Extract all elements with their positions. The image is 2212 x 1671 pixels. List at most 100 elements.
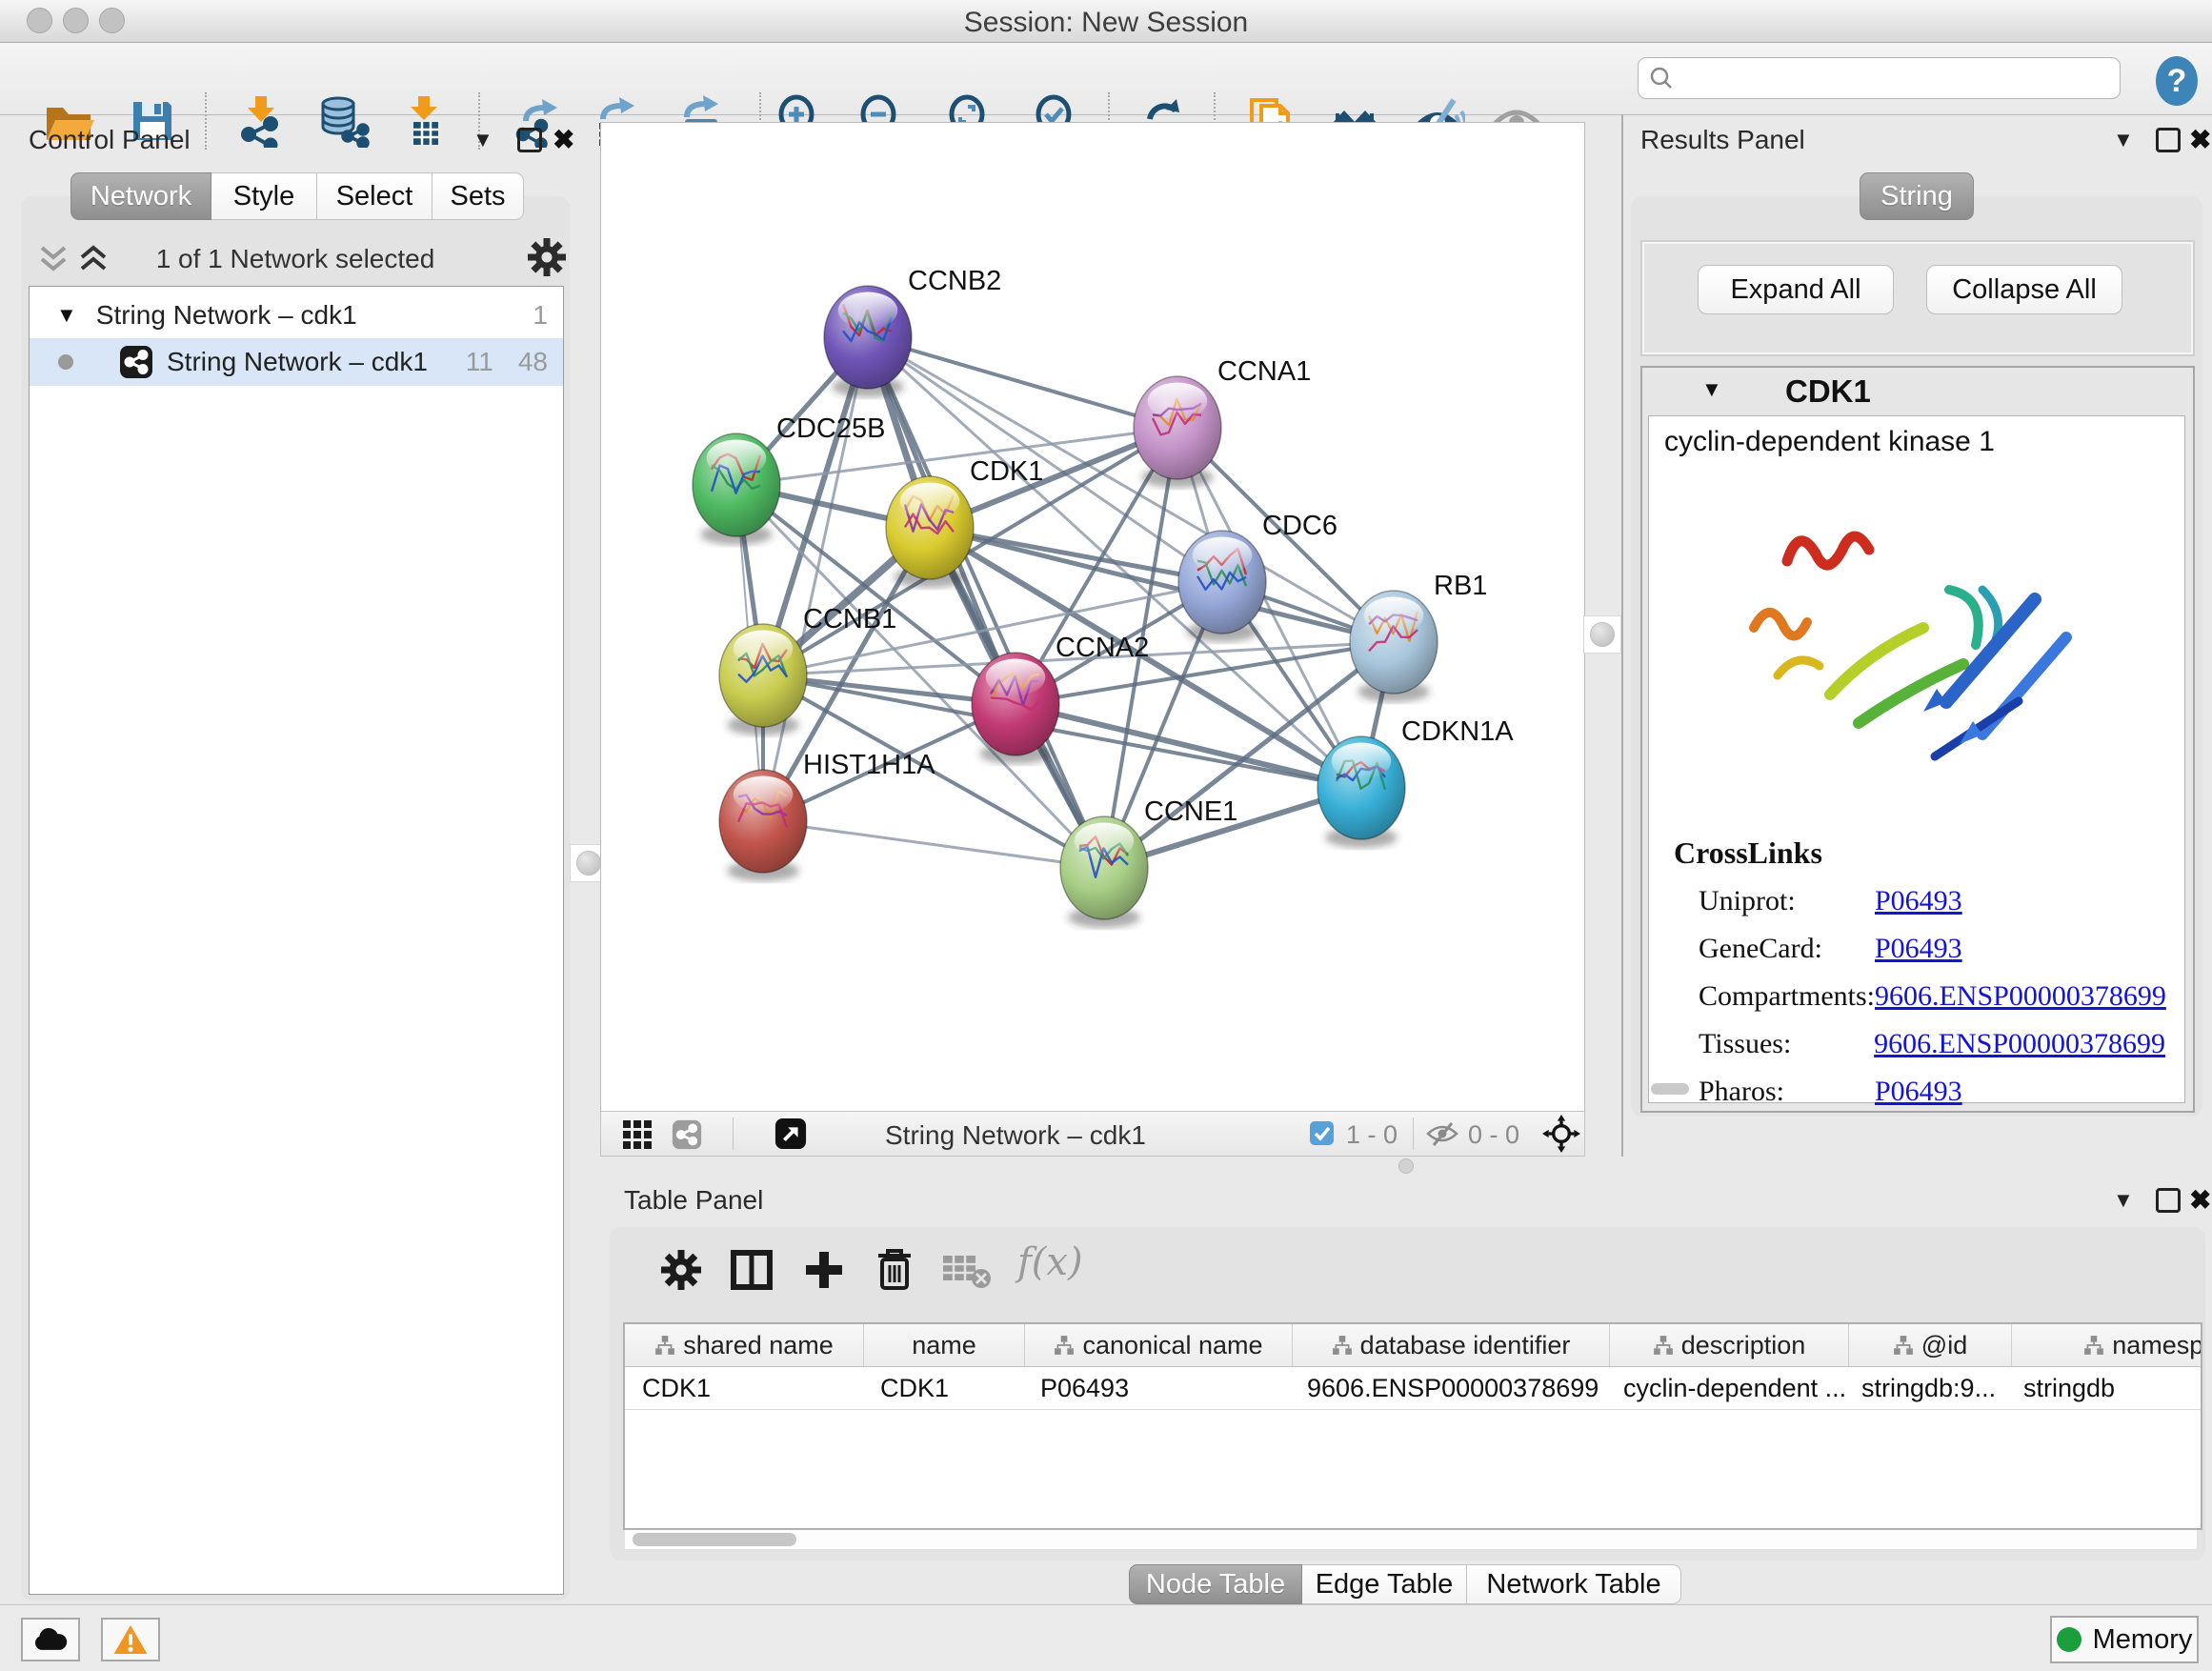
right-splitter-handle[interactable]: [1583, 615, 1621, 654]
column-header-name[interactable]: name: [864, 1324, 1025, 1366]
network-collection-count: 1: [533, 300, 548, 331]
search-box[interactable]: [1638, 57, 2121, 99]
results-panel-menu-icon[interactable]: ▼: [2113, 128, 2134, 152]
application-window: Session: New Session: [0, 0, 2212, 1671]
string-result-card: ▼ CDK1 cyclin-dependent kinase 1: [1640, 366, 2195, 1113]
birds-eye-view-icon[interactable]: [774, 1117, 807, 1150]
fit-content-crosshair-icon[interactable]: [1542, 1115, 1580, 1153]
network-row-label: String Network – cdk1: [167, 347, 428, 377]
table-panel-close-icon[interactable]: ✖: [2189, 1184, 2211, 1216]
tab-style[interactable]: Style: [211, 172, 317, 220]
crosslink-row: GeneCard:P06493: [1699, 933, 2165, 965]
selected-checkbox-icon[interactable]: [1310, 1121, 1334, 1145]
table-row[interactable]: CDK1CDK1P064939606.ENSP00000378699cyclin…: [625, 1367, 2201, 1410]
tab-network[interactable]: Network: [70, 172, 211, 220]
node-label: HIST1H1A: [803, 750, 935, 780]
network-row-selected[interactable]: String Network – cdk1 11 48: [30, 338, 563, 386]
column-header-description[interactable]: description: [1610, 1324, 1849, 1366]
network-view-icon[interactable]: [672, 1119, 702, 1150]
table-panel-menu-icon[interactable]: ▼: [2113, 1188, 2134, 1213]
table-cell[interactable]: P06493: [1023, 1367, 1290, 1409]
tab-node-table[interactable]: Node Table: [1129, 1564, 1302, 1604]
crosslink-value-link[interactable]: P06493: [1875, 885, 1962, 917]
table-cell[interactable]: stringdb: [2006, 1367, 2202, 1409]
memory-button[interactable]: Memory: [2050, 1616, 2199, 1663]
crosslink-value-link[interactable]: 9606.ENSP00000378699: [1875, 980, 2166, 1013]
show-column-icon[interactable]: [730, 1248, 774, 1292]
help-icon[interactable]: ?: [2151, 55, 2202, 107]
main-toolbar: ?: [0, 43, 2212, 115]
table-options-gear-icon[interactable]: [659, 1248, 703, 1292]
tab-edge-table[interactable]: Edge Table: [1302, 1564, 1467, 1604]
results-panel-float-icon[interactable]: [2156, 128, 2181, 152]
table-panel-body: f(x) shared namenamecanonical namedataba…: [610, 1227, 2205, 1560]
import-table-icon[interactable]: [397, 94, 451, 148]
delete-table-icon[interactable]: [941, 1252, 993, 1290]
collapse-all-icon[interactable]: [36, 240, 70, 278]
warnings-button[interactable]: [101, 1618, 160, 1661]
node-table[interactable]: shared namenamecanonical namedatabase id…: [623, 1322, 2202, 1530]
table-cell[interactable]: CDK1: [625, 1367, 863, 1409]
tab-sets[interactable]: Sets: [432, 172, 524, 220]
node-label: CCNA1: [1217, 356, 1311, 387]
crosslink-row: Tissues:9606.ENSP00000378699: [1699, 1028, 2165, 1060]
result-card-header[interactable]: ▼ CDK1: [1642, 368, 2193, 413]
table-panel-float-icon[interactable]: [2156, 1188, 2181, 1213]
table-cell[interactable]: cyclin-dependent ...: [1606, 1367, 1844, 1409]
search-input[interactable]: [1675, 63, 2110, 94]
network-options-gear-icon[interactable]: [526, 236, 568, 278]
node-label: CCNA2: [1056, 633, 1149, 663]
status-bar: Memory: [0, 1604, 2212, 1671]
table-hscrollbar-track[interactable]: [625, 1530, 2197, 1549]
crosslink-value-link[interactable]: P06493: [1875, 933, 1962, 965]
svg-text:?: ?: [2167, 63, 2187, 99]
node-label: CCNE1: [1144, 796, 1237, 827]
column-header-shared-name[interactable]: shared name: [625, 1324, 864, 1366]
tree-expand-icon[interactable]: ▼: [56, 303, 77, 328]
toolbar-separator: [205, 92, 207, 150]
crosslink-row: Uniprot:P06493: [1699, 885, 2165, 917]
crosslink-value-link[interactable]: 9606.ENSP00000378699: [1874, 1028, 2165, 1060]
import-network-from-database-icon[interactable]: [316, 94, 370, 148]
results-panel-close-icon[interactable]: ✖: [2189, 124, 2211, 155]
tab-string[interactable]: String: [1860, 172, 1974, 220]
crosslink-label: GeneCard:: [1699, 933, 1875, 965]
node-label: CCNB2: [908, 266, 1001, 296]
column-network-icon: [1332, 1335, 1353, 1356]
selected-count: 1 - 0: [1346, 1120, 1398, 1150]
protein-structure-image: [1697, 475, 2135, 818]
column-header-canonical-name[interactable]: canonical name: [1025, 1324, 1293, 1366]
tab-network-table[interactable]: Network Table: [1467, 1564, 1681, 1604]
network-collection-row[interactable]: ▼ String Network – cdk1 1: [30, 287, 563, 338]
network-tree: ▼ String Network – cdk1 1 String Network…: [29, 286, 564, 1595]
import-network-icon[interactable]: [234, 94, 288, 148]
table-splitter[interactable]: [600, 1157, 2212, 1174]
table-splitter-handle[interactable]: [1398, 1158, 1414, 1174]
table-hscrollbar-thumb[interactable]: [633, 1533, 796, 1546]
expand-all-icon[interactable]: [76, 240, 111, 278]
function-builder-icon[interactable]: f(x): [1017, 1240, 1083, 1284]
collapse-all-button[interactable]: Collapse All: [1926, 265, 2122, 314]
control-panel-close-icon[interactable]: ✖: [553, 124, 574, 155]
create-column-icon[interactable]: [802, 1248, 846, 1292]
table-cell[interactable]: 9606.ENSP00000378699: [1290, 1367, 1606, 1409]
control-panel-float-icon[interactable]: [517, 128, 542, 152]
network-canvas[interactable]: CCNB2CCNA1CDC25BCDK1CDC6RB1CCNB1CCNA2CDK…: [600, 122, 1585, 1112]
delete-column-trash-icon[interactable]: [873, 1246, 916, 1292]
results-hscrollbar[interactable]: [1651, 1083, 1689, 1095]
table-cell[interactable]: CDK1: [863, 1367, 1023, 1409]
column-header-namespace[interactable]: namespace: [2012, 1324, 2202, 1366]
memory-status-dot-icon: [2057, 1627, 2081, 1652]
grid-view-icon[interactable]: [622, 1119, 653, 1150]
column-network-icon: [1893, 1335, 1914, 1356]
tab-select[interactable]: Select: [317, 172, 432, 220]
node-label: CDC25B: [776, 413, 885, 444]
collapse-section-icon[interactable]: ▼: [1701, 377, 1722, 402]
table-cell[interactable]: stringdb:9...: [1844, 1367, 2006, 1409]
column-header--id[interactable]: @id: [1849, 1324, 2012, 1366]
control-panel-menu-icon[interactable]: ▼: [473, 128, 493, 152]
cloud-status-button[interactable]: [21, 1618, 80, 1661]
column-header-database-identifier[interactable]: database identifier: [1293, 1324, 1610, 1366]
expand-all-button[interactable]: Expand All: [1698, 265, 1894, 314]
crosslink-value-link[interactable]: P06493: [1875, 1076, 1962, 1108]
